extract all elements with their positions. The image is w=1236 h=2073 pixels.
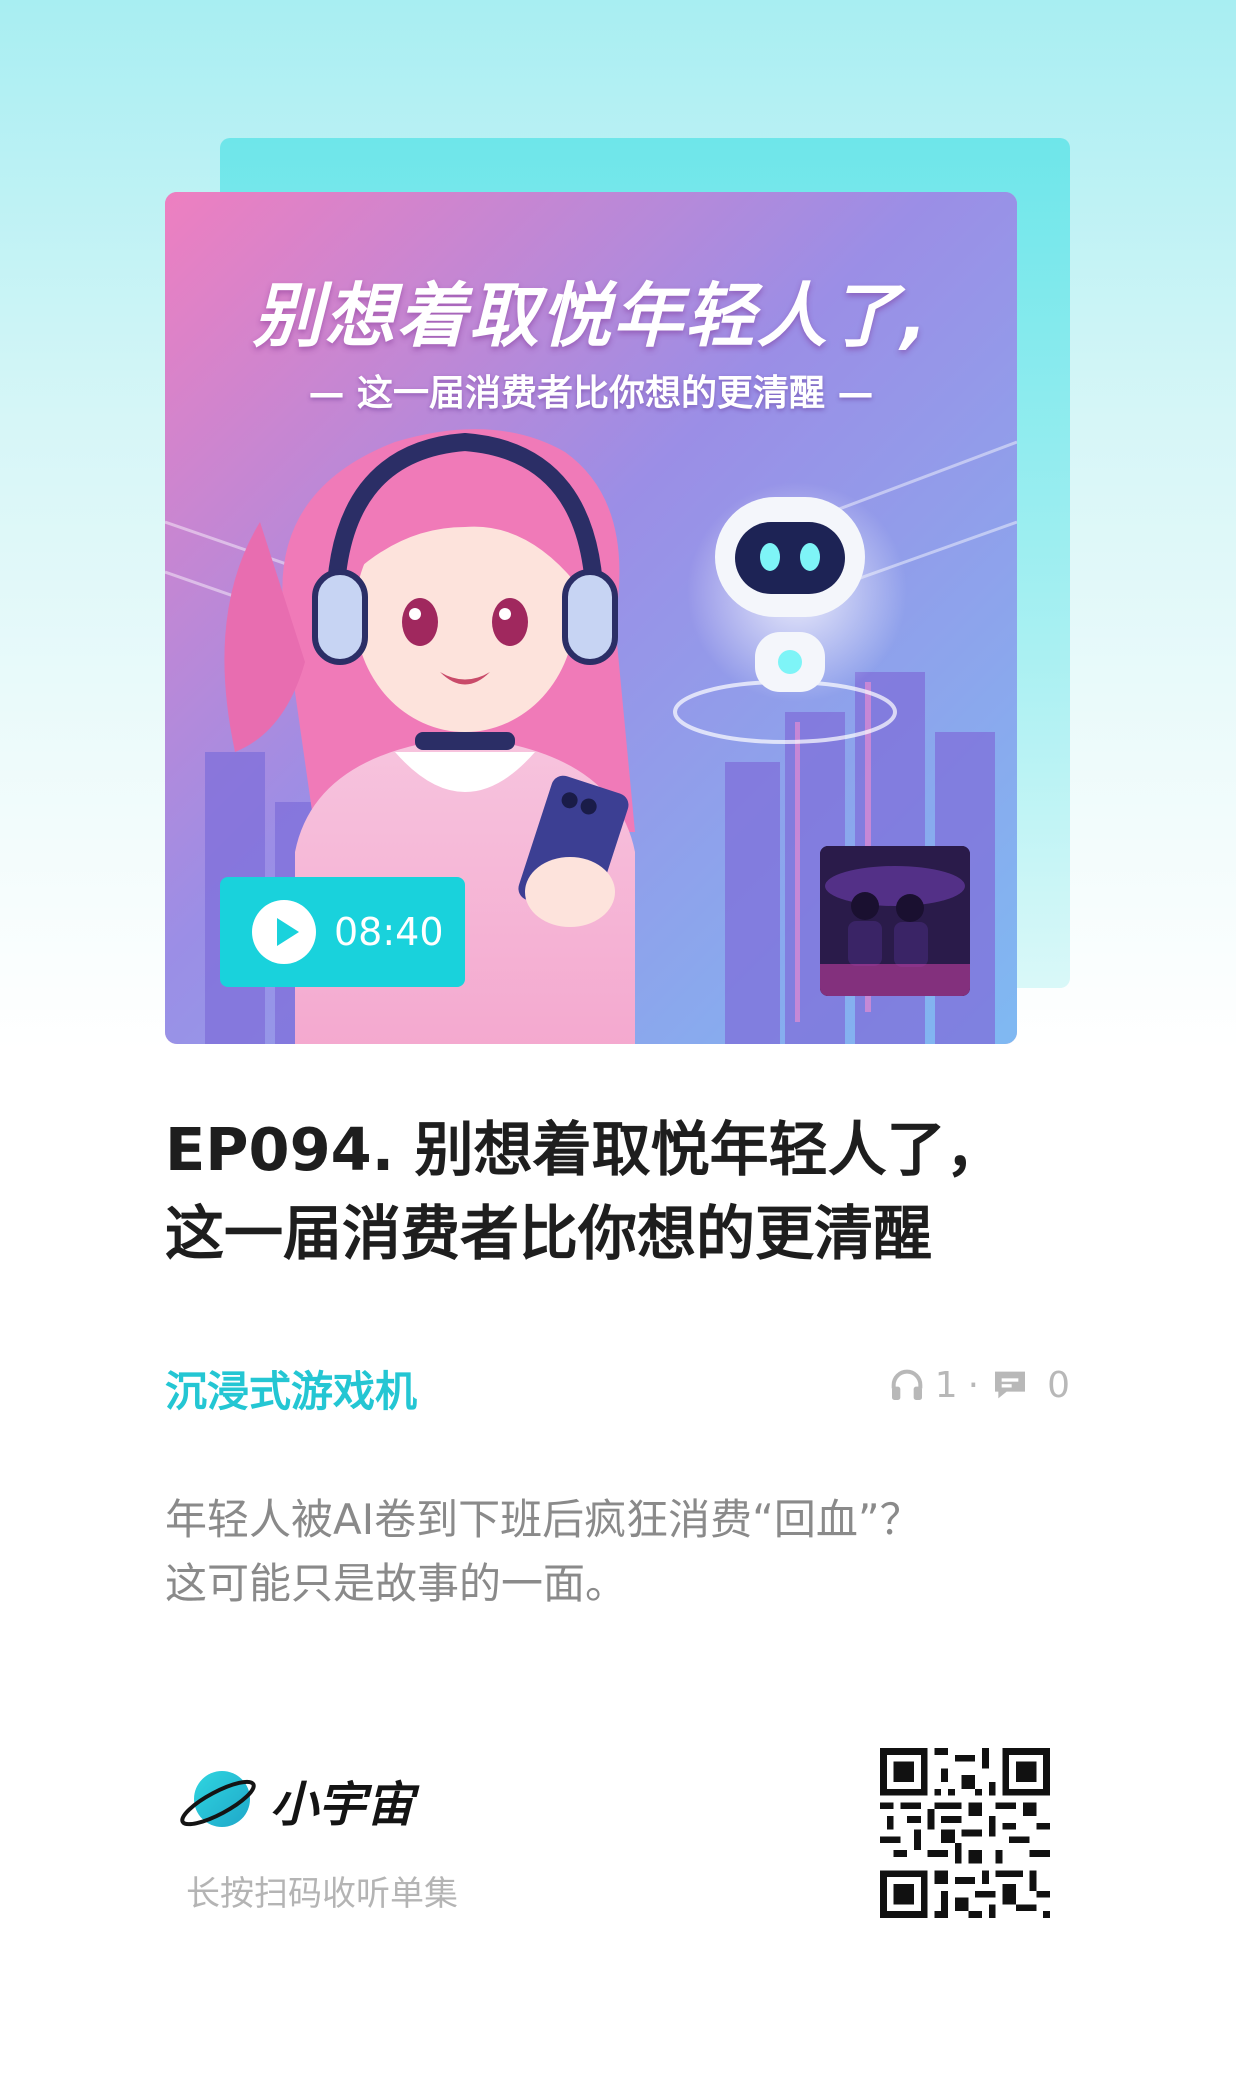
episode-stats: 1 · 0 (887, 1360, 1070, 1410)
channel-thumbnail (820, 846, 970, 996)
play-button[interactable]: 08:40 (220, 877, 465, 987)
comment-icon (995, 1371, 1026, 1399)
episode-duration: 08:40 (334, 910, 444, 954)
brand-name: 小宇宙 (270, 1777, 415, 1833)
cover-subtitle: — 这一届消费者比你想的更清醒 — (308, 373, 874, 414)
episode-cover[interactable]: 别想着取悦年轻人了, — 这一届消费者比你想的更清醒 — 08:40 (165, 192, 1017, 1044)
scan-hint: 长按扫码收听单集 (186, 1874, 458, 1914)
channel-name-link[interactable]: 沉浸式游戏机 (165, 1358, 417, 1419)
headphones-icon (891, 1369, 923, 1400)
brand-logo: 小宇宙 (178, 1760, 414, 1840)
comment-count: 0 (1047, 1364, 1070, 1406)
description-line-2: 这可能只是故事的一面。 (165, 1559, 628, 1608)
listen-count: 1 (934, 1364, 958, 1406)
episode-description: 年轻人被AI卷到下班后疯狂消费“回血”？ 这可能只是故事的一面。 (165, 1488, 1065, 1616)
cover-title: 别想着取悦年轻人了, (252, 275, 930, 357)
planet-logo-icon (180, 1771, 256, 1827)
thumbnail-illustration (820, 846, 970, 996)
play-icon[interactable] (252, 900, 316, 964)
description-line-1: 年轻人被AI卷到下班后疯狂消费“回血”？ (165, 1495, 922, 1544)
episode-title[interactable]: EP094. 别想着取悦年轻人了，这一届消费者比你想的更清醒 (165, 1108, 1035, 1276)
qr-code[interactable] (880, 1748, 1050, 1918)
stats-separator: · (967, 1364, 980, 1406)
